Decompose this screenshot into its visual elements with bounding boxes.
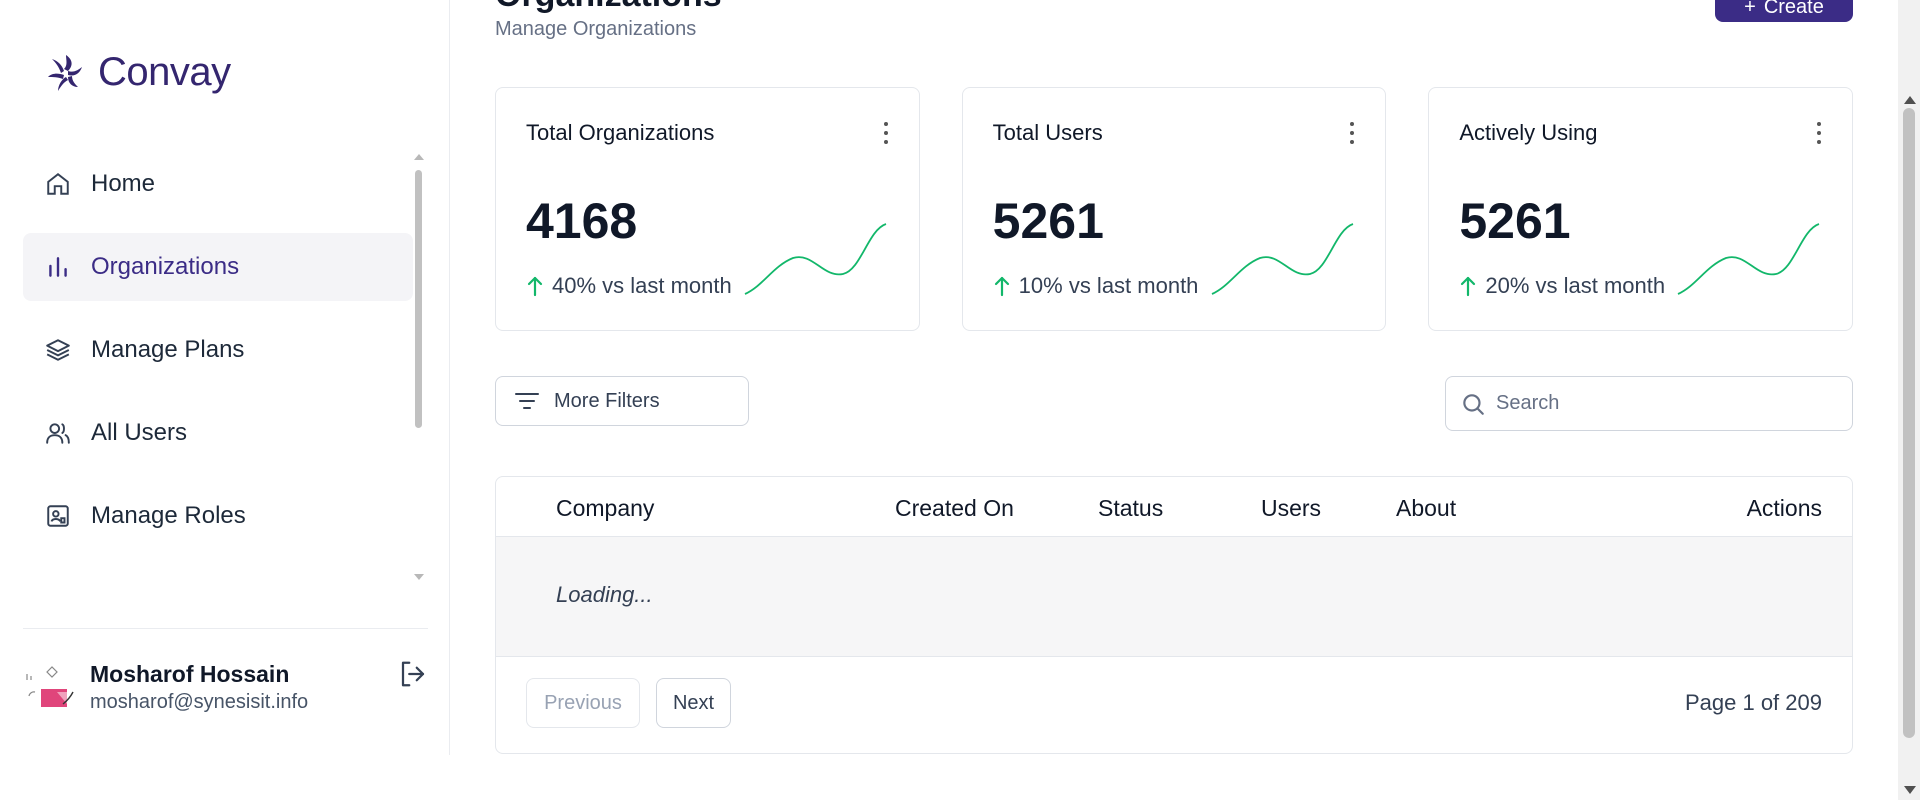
stat-card-value: 5261 bbox=[1459, 193, 1571, 249]
column-header-actions: Actions bbox=[1746, 495, 1822, 521]
scroll-down-icon[interactable] bbox=[1904, 786, 1916, 794]
scroll-thumb[interactable] bbox=[1903, 108, 1915, 738]
table-header: Company Created On Status Users About Ac… bbox=[496, 477, 1852, 537]
brand-logo[interactable]: Convay bbox=[44, 50, 231, 95]
stat-card-title: Actively Using bbox=[1459, 120, 1598, 145]
sparkline-chart bbox=[1211, 223, 1354, 295]
more-filters-button[interactable]: More Filters bbox=[495, 376, 749, 426]
column-header-status[interactable]: Status bbox=[1098, 495, 1163, 522]
scroll-up-icon[interactable] bbox=[1904, 96, 1916, 104]
more-filters-label: More Filters bbox=[554, 389, 660, 412]
arrow-up-icon bbox=[994, 276, 1009, 297]
main-content: Organizations Manage Organizations + Cre… bbox=[495, 0, 1854, 800]
sidebar-item-organizations[interactable]: Organizations bbox=[23, 233, 413, 301]
user-name: Mosharof Hossain bbox=[90, 661, 290, 687]
sidebar-item-all-users[interactable]: All Users bbox=[23, 399, 413, 467]
search-input[interactable] bbox=[1496, 392, 1836, 415]
sparkline-chart bbox=[1677, 223, 1820, 295]
previous-page-button[interactable]: Previous bbox=[526, 678, 640, 728]
column-header-users[interactable]: Users bbox=[1261, 495, 1321, 522]
sidebar-item-label: Manage Roles bbox=[91, 502, 246, 529]
scroll-up-icon[interactable] bbox=[414, 154, 424, 160]
loading-text: Loading... bbox=[556, 582, 653, 607]
sidebar-item-label: Organizations bbox=[91, 253, 240, 280]
table-pagination: Previous Next Page 1 of 209 bbox=[496, 657, 1852, 753]
stat-card-value: 5261 bbox=[992, 193, 1104, 249]
stat-card-total-organizations: Total Organizations 4168 40% vs last mon… bbox=[495, 87, 920, 331]
stats-cards: Total Organizations 4168 40% vs last mon… bbox=[495, 87, 1854, 331]
stat-card-trend-text: 20% vs last month bbox=[1485, 273, 1666, 298]
stat-card-trend: 10% vs last month bbox=[993, 273, 1199, 299]
organizations-table: Company Created On Status Users About Ac… bbox=[495, 476, 1853, 754]
stat-card-total-users: Total Users 5261 10% vs last month bbox=[961, 87, 1387, 331]
avatar[interactable] bbox=[23, 664, 79, 720]
stat-card-trend-text: 10% vs last month bbox=[1018, 273, 1199, 298]
scroll-thumb[interactable] bbox=[415, 170, 422, 428]
home-icon bbox=[47, 173, 69, 195]
page-title: Organizations bbox=[495, 0, 722, 15]
more-vertical-icon[interactable] bbox=[1816, 122, 1822, 144]
stat-card-title: Total Users bbox=[992, 120, 1103, 145]
stat-card-trend: 40% vs last month bbox=[526, 273, 732, 299]
sidebar-nav: Home Organizations Manage Plans All User… bbox=[23, 150, 413, 565]
filter-lines-icon bbox=[515, 393, 539, 409]
page-subtitle: Manage Organizations bbox=[495, 18, 697, 40]
layers-icon bbox=[46, 339, 70, 361]
scroll-down-icon[interactable] bbox=[414, 574, 424, 580]
arrow-up-icon bbox=[527, 276, 543, 297]
stat-card-value: 4168 bbox=[526, 193, 638, 249]
search-box bbox=[1445, 376, 1853, 431]
sidebar-item-manage-roles[interactable]: Manage Roles bbox=[23, 482, 413, 550]
role-badge-icon bbox=[47, 505, 69, 527]
sidebar-item-home[interactable]: Home bbox=[23, 150, 413, 218]
stat-card-actively-using: Actively Using 5261 20% vs last month bbox=[1428, 87, 1854, 331]
user-email: mosharof@synesisit.info bbox=[90, 691, 309, 713]
stat-card-title: Total Organizations bbox=[526, 120, 715, 145]
page-info: Page 1 of 209 bbox=[1684, 690, 1822, 715]
plus-icon: + bbox=[1744, 0, 1756, 18]
logout-icon[interactable] bbox=[398, 659, 428, 689]
more-vertical-icon[interactable] bbox=[1349, 122, 1355, 144]
sidebar-item-label: Home bbox=[91, 170, 156, 197]
sidebar-item-label: Manage Plans bbox=[91, 336, 245, 363]
users-icon bbox=[46, 423, 70, 444]
sidebar-item-label: All Users bbox=[91, 419, 188, 446]
page-scrollbar[interactable] bbox=[1898, 0, 1920, 800]
next-page-button[interactable]: Next bbox=[656, 678, 731, 728]
arrow-up-icon bbox=[1461, 276, 1476, 297]
sidebar-scrollbar[interactable] bbox=[413, 150, 425, 580]
search-icon bbox=[1463, 393, 1484, 415]
table-loading-row: Loading... bbox=[496, 537, 1852, 657]
sidebar: Convay Home Organizations Manage Plans A… bbox=[0, 0, 450, 755]
sidebar-item-manage-plans[interactable]: Manage Plans bbox=[23, 316, 413, 384]
convay-logo-icon bbox=[48, 54, 82, 91]
more-vertical-icon[interactable] bbox=[883, 122, 889, 144]
stat-card-trend: 20% vs last month bbox=[1459, 273, 1665, 299]
bar-chart-icon bbox=[49, 257, 67, 277]
user-profile: Mosharof Hossain mosharof@synesisit.info bbox=[23, 628, 428, 755]
column-header-company[interactable]: Company bbox=[556, 495, 654, 522]
stat-card-trend-text: 40% vs last month bbox=[552, 273, 732, 298]
create-button[interactable]: + Create bbox=[1715, 0, 1853, 22]
sparkline-chart bbox=[744, 223, 887, 295]
brand-name: Convay bbox=[98, 50, 231, 94]
column-header-about[interactable]: About bbox=[1396, 495, 1456, 522]
column-header-created-on[interactable]: Created On bbox=[895, 495, 1014, 522]
create-button-label: Create bbox=[1763, 0, 1824, 18]
